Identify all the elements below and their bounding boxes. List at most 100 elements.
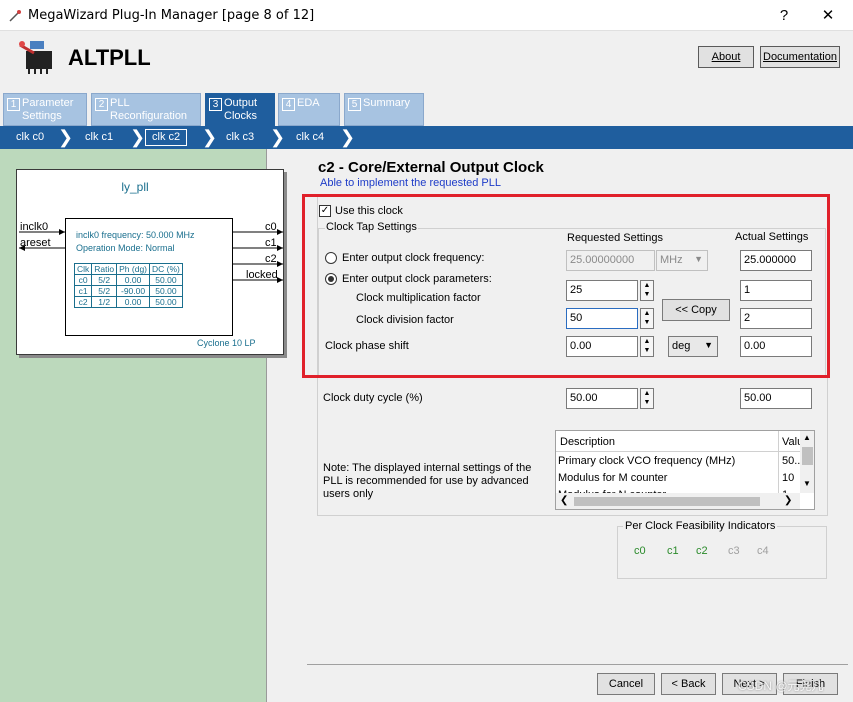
advanced-note: Note: The displayed internal settings of… [323,462,532,500]
table-cell: 5/2 [91,285,118,297]
chevron-right-icon: ❯ [270,127,286,147]
crumb-clk-c1[interactable]: clk c1 [79,129,119,146]
scroll-right-icon[interactable]: ❯ [784,495,792,506]
feasibility-c1: c1 [667,545,679,557]
port-locked: locked [246,269,278,281]
clock-breadcrumb: clk c0 ❯ clk c1 ❯ clk c2 ❯ clk c3 ❯ clk … [0,126,853,149]
tab-number: 1 [7,98,20,111]
table-cell: 1/2 [91,296,118,308]
tab-summary[interactable]: 5 Summary [344,93,424,126]
table-row: c2 1/2 0.00 50.00 [73,296,183,308]
table-cell: c1 [73,285,93,297]
pll-symbol: ly_pll inclk0 areset c0 c1 c2 locked inc… [16,169,284,355]
horizontal-scrollbar[interactable]: ❮ ❯ [556,493,800,509]
scroll-down-icon[interactable]: ▼ [803,479,811,488]
about-button-label: About [711,51,741,63]
documentation-button[interactable]: Documentation [760,46,840,68]
ratio-table-header-cell: Ratio [91,263,118,275]
wizard-header: ALTPLL About Documentation [0,31,853,91]
chevron-right-icon: ❯ [340,127,356,147]
pll-core-box: inclk0 frequency: 50.000 MHz Operation M… [65,218,233,336]
tab-output-clocks[interactable]: 3 Output Clocks [205,93,275,126]
documentation-button-label: Documentation [763,51,837,63]
tab-label: EDA [297,97,320,109]
operation-mode-info: Operation Mode: Normal [76,243,175,253]
close-button[interactable]: ✕ [808,4,848,28]
tab-number: 3 [209,98,222,111]
tab-number: 2 [95,98,108,111]
list-item-value: 10 [782,472,795,484]
list-item[interactable]: Modulus for M counter 10 [558,472,798,484]
ratio-table-header-cell: Ph (dg) [116,263,150,275]
list-item-desc: Primary clock VCO frequency (MHz) [558,455,736,467]
duty-cycle-stepper[interactable]: ▲ ▼ [640,388,654,409]
chevron-right-icon: ❯ [202,127,218,147]
watermark: CSDN @元尧儿 [738,679,824,693]
crumb-clk-c2[interactable]: clk c2 [145,129,188,146]
tab-pll-reconfiguration[interactable]: 2 PLL Reconfiguration [91,93,201,126]
scroll-left-icon[interactable]: ❮ [560,495,568,506]
ratio-table: Clk Ratio Ph (dg) DC (%) c0 5/2 0.00 50.00 c1 5/2… [73,263,183,308]
list-header-value: Valu [782,436,800,448]
scroll-thumb[interactable] [802,447,813,465]
feasibility-title: Per Clock Feasibility Indicators [623,520,778,532]
port-c0: c0 [265,221,277,233]
feasibility-c2: c2 [696,545,708,557]
crumb-clk-c0[interactable]: clk c0 [10,129,50,146]
tab-label: PLL Reconfiguration [110,97,188,122]
chevron-right-icon: ❯ [130,127,146,147]
chevron-right-icon: ❯ [58,127,74,147]
tab-number: 5 [348,98,361,111]
feasibility-c3: c3 [728,545,740,557]
feasibility-group [617,526,827,579]
footer-divider [307,664,848,665]
port-c1: c1 [265,237,277,249]
scroll-thumb[interactable] [574,497,760,506]
help-button[interactable]: ? [764,4,804,28]
vertical-scrollbar[interactable]: ▲ ▼ [800,431,814,493]
table-row: c0 5/2 0.00 50.00 [73,274,183,286]
altpll-logo-icon [16,37,60,77]
page-heading: c2 - Core/External Output Clock [318,159,544,176]
about-button[interactable]: About [698,46,754,68]
internal-settings-list[interactable]: Description Valu Primary clock VCO frequ… [555,430,815,510]
crumb-clk-c3[interactable]: clk c3 [220,129,260,146]
app-icon [8,9,22,23]
inclk-frequency-info: inclk0 frequency: 50.000 MHz [76,230,195,240]
stepper-down-icon: ▼ [643,399,651,406]
duty-cycle-input[interactable]: 50.00 [566,388,638,409]
actual-duty-cycle-field[interactable]: 50.00 [740,388,812,409]
list-item-desc: Modulus for M counter [558,472,668,484]
table-cell: c2 [73,296,93,308]
crumb-clk-c4[interactable]: clk c4 [290,129,330,146]
port-c2: c2 [265,253,277,265]
tab-label: Summary [363,97,411,109]
tab-parameter-settings[interactable]: 1 Parameter Settings [3,93,87,126]
port-areset: areset [20,237,51,249]
clock-ratio-table: Clk Ratio Ph (dg) DC (%) c0 5/2 0.00 50.00 c1 5/2… [73,263,183,308]
cancel-button[interactable]: Cancel [597,673,655,695]
table-cell: 0.00 [116,274,150,286]
list-header-description: Description [560,436,616,448]
duty-cycle-label: Clock duty cycle (%) [323,392,423,404]
table-cell: 50.00 [149,274,183,286]
back-button[interactable]: < Back [661,673,716,695]
table-cell: 5/2 [91,274,118,286]
wizard-tabs: 1 Parameter Settings 2 PLL Reconfigurati… [0,91,853,126]
tab-eda[interactable]: 4 EDA [278,93,340,126]
list-item-value: 50.. [782,455,801,467]
header-divider [556,451,800,452]
product-title: ALTPLL [68,45,151,70]
tab-label: Parameter Settings [22,97,74,122]
title-bar: MegaWizard Plug-In Manager [page 8 of 12… [0,0,853,31]
list-item[interactable]: Primary clock VCO frequency (MHz) 50.. [558,455,801,467]
window-title: MegaWizard Plug-In Manager [page 8 of 12… [28,8,315,23]
stepper-up-icon: ▲ [643,390,651,397]
device-family: Cyclone 10 LP [197,338,256,348]
table-row: c1 5/2 -90.00 50.00 [73,285,183,297]
table-cell: -90.00 [116,285,150,297]
status-message: Able to implement the requested PLL [320,177,502,189]
ratio-table-header-cell: Clk [73,263,93,275]
table-cell: 50.00 [149,296,183,308]
scroll-up-icon[interactable]: ▲ [803,433,811,442]
